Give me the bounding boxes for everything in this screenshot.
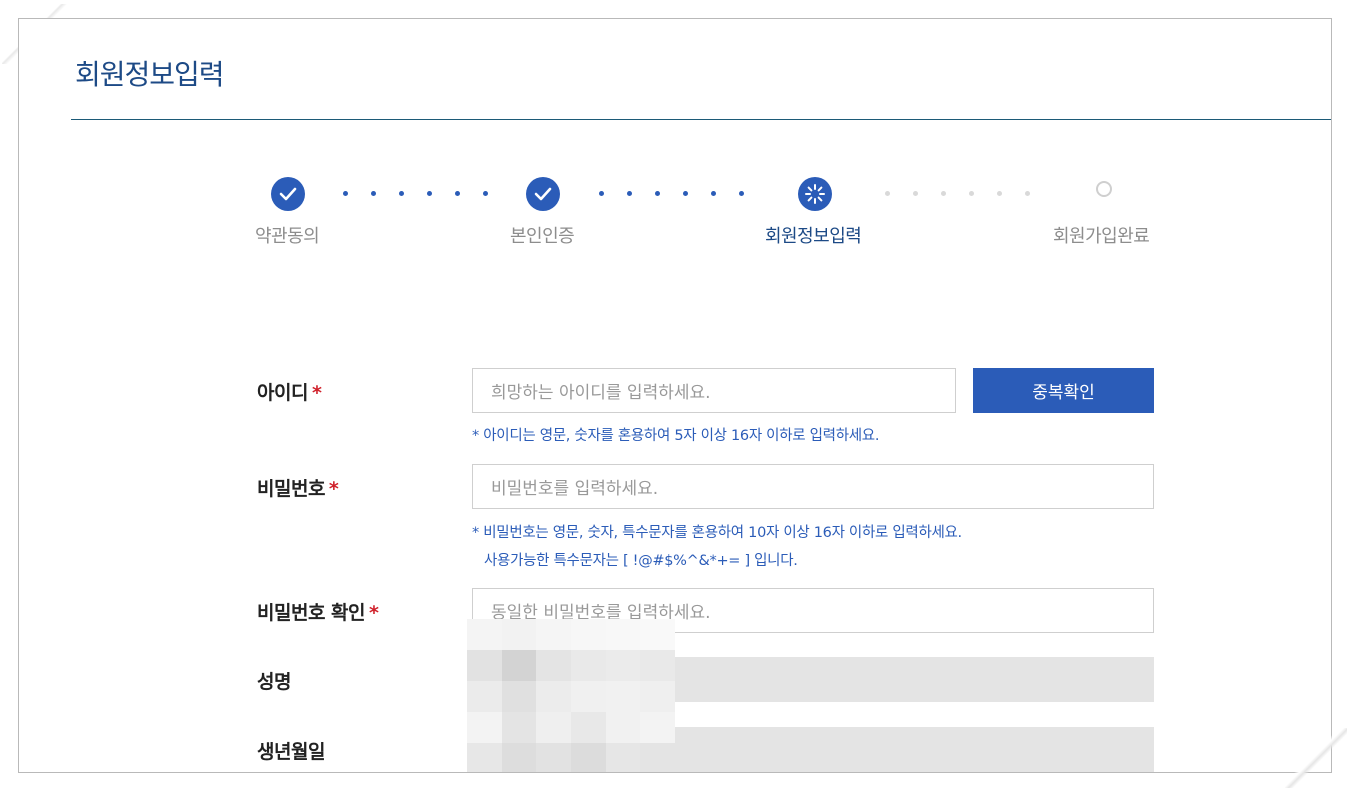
step-connector-dot [969, 191, 974, 196]
id-hint: * 아이디는 영문, 숫자를 혼용하여 5자 이상 16자 이하로 입력하세요. [472, 428, 880, 444]
step-connector-dot [399, 191, 404, 196]
required-mark: * [369, 602, 379, 624]
step-connector-dot [627, 191, 632, 196]
step-connector-dot [1025, 191, 1030, 196]
page-title: 회원정보입력 [75, 58, 225, 91]
redacted-pixelation [467, 619, 675, 772]
id-label: 아이디 * [257, 382, 322, 404]
required-mark: * [328, 478, 339, 500]
step-label-terms: 약관동의 [255, 226, 320, 247]
step-connector-dot [683, 191, 688, 196]
step-connector-dot [913, 191, 918, 196]
step-pending-icon [1096, 181, 1112, 197]
duplicate-check-button[interactable]: 중복확인 [973, 368, 1154, 413]
title-divider [71, 119, 1331, 120]
step-connector-dot [739, 191, 744, 196]
step-connector-dot [599, 191, 604, 196]
step-connector-dot [483, 191, 488, 196]
step-connector-dot [343, 191, 348, 196]
step-connector-dot [427, 191, 432, 196]
step-connector-dot [997, 191, 1002, 196]
step-connector-dot [455, 191, 460, 196]
password-label: 비밀번호 * [257, 478, 339, 500]
step-connector-dot [941, 191, 946, 196]
page-curl-bottom-right [1285, 728, 1347, 788]
birthdate-label: 생년월일 [257, 741, 325, 763]
step-done-check-icon [271, 177, 305, 211]
step-connector-dot [655, 191, 660, 196]
content-frame: 회원정보입력 약관동의 본인인증 회원정보입력 회원가입완료 아이디 * 희망하… [18, 18, 1332, 773]
step-connector-dot [711, 191, 716, 196]
step-label-complete: 회원가입완료 [1053, 226, 1150, 247]
required-mark: * [311, 382, 322, 404]
password-input[interactable]: 비밀번호를 입력하세요. [472, 464, 1154, 509]
step-in-progress-spinner-icon [798, 177, 832, 211]
step-done-check-icon [526, 177, 560, 211]
step-label-verification: 본인인증 [510, 226, 575, 247]
name-label: 성명 [257, 671, 291, 693]
step-connector-dot [885, 191, 890, 196]
step-connector-dot [371, 191, 376, 196]
id-input[interactable]: 희망하는 아이디를 입력하세요. [472, 368, 956, 413]
password-confirm-label: 비밀번호 확인 * [257, 602, 379, 624]
password-hint: * 비밀번호는 영문, 숫자, 특수문자를 혼용하여 10자 이상 16자 이하… [472, 525, 962, 541]
password-special-chars-hint: 사용가능한 특수문자는 [ !@#$%^&*+= ] 입니다. [484, 553, 798, 569]
step-label-member-info: 회원정보입력 [765, 226, 862, 247]
